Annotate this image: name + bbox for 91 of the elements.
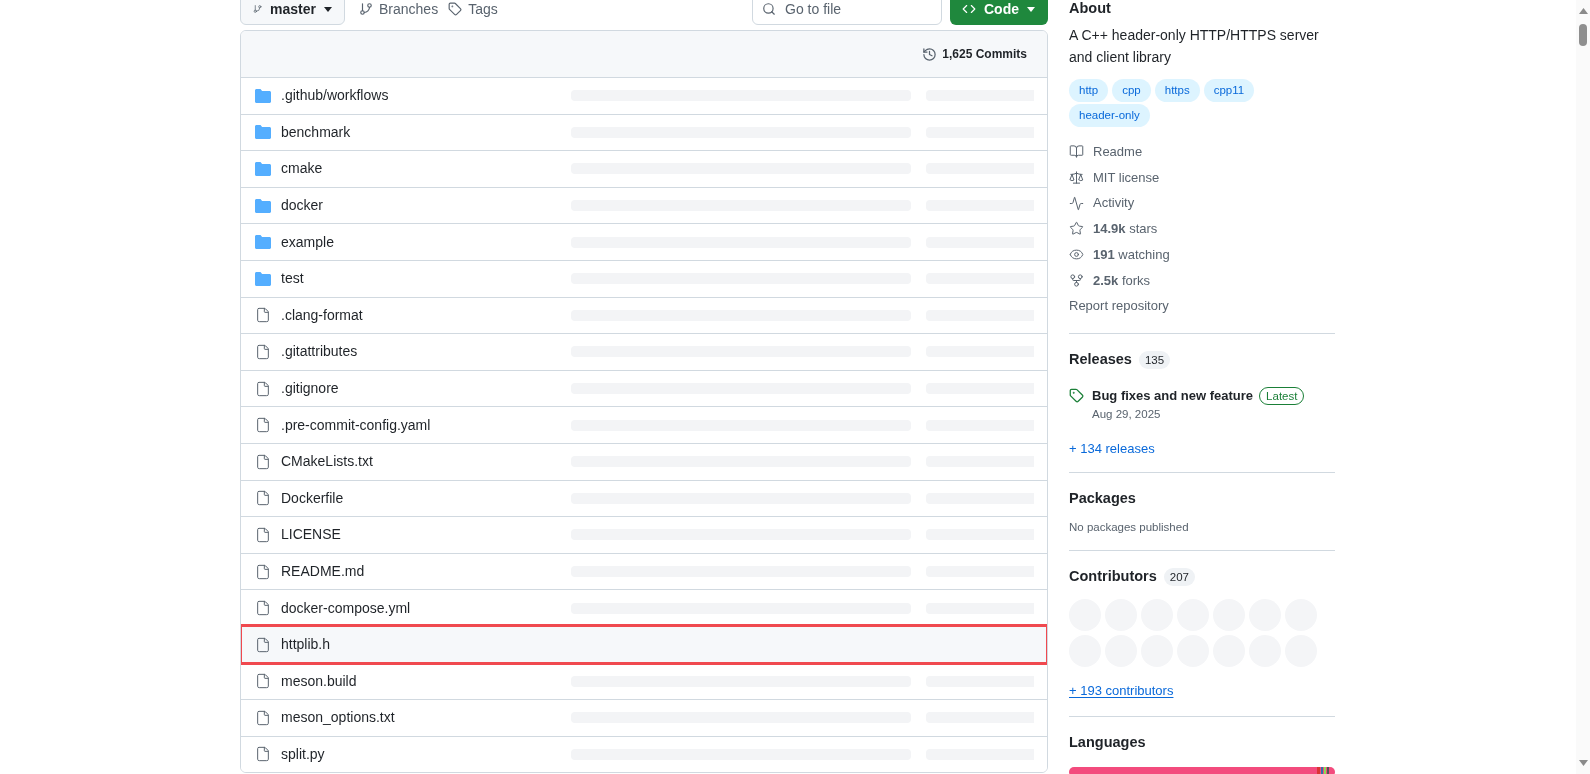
contributors-link[interactable]: + 193 contributors [1069,681,1174,701]
file-icon [255,746,271,763]
caret-icon [324,6,332,12]
eye-icon [1069,247,1084,263]
file-name[interactable]: example [281,231,334,253]
fork-icon [1069,272,1084,288]
file-icon [255,490,271,507]
folder-icon [255,271,271,286]
file-name[interactable]: meson.build [281,670,357,692]
topic-tag[interactable]: https [1154,79,1200,102]
scroll-thumb[interactable] [1579,24,1587,46]
file-icon [255,526,271,543]
file-name[interactable]: split.py [281,744,325,765]
branch-button[interactable]: master [240,0,345,25]
commits-link[interactable]: 1,625 Commits [922,45,1027,63]
topic-tag[interactable]: header-only [1069,104,1150,127]
file-icon [255,453,271,470]
tags-link[interactable]: Tags [448,0,498,20]
topic-tag[interactable]: cpp11 [1203,79,1255,102]
tag-icon [1069,387,1084,403]
folder-icon [255,125,271,140]
folder-icon [255,198,271,213]
file-name[interactable]: README.md [281,561,365,582]
folder-icon [255,235,271,250]
file-name[interactable]: test [281,268,304,290]
file-row[interactable]: split.py [241,735,1047,773]
activity-icon [1069,195,1084,211]
branches-link[interactable]: Branches [359,0,439,20]
file-name[interactable]: cmake [281,158,323,180]
file-icon [255,563,271,580]
repo-description: A C++ header-only HTTP/HTTPS server and client library [1069,26,1320,67]
file-name[interactable]: .github/workflows [281,85,389,107]
code-icon [962,2,976,16]
branch-icon [359,2,373,16]
about-link[interactable]: 2.5k forks [1069,267,1335,294]
file-row[interactable]: docker-compose.yml [241,589,1047,626]
file-icon [255,307,271,324]
release-date: Aug 29, 2025 [1092,407,1162,423]
scrollbar[interactable] [1576,0,1590,774]
file-name[interactable]: .gitattributes [281,341,358,363]
file-name[interactable]: Dockerfile [281,487,344,509]
about-link[interactable]: Readme [1069,139,1335,165]
about-link[interactable]: 191 watching [1069,241,1335,268]
section-heading: Releases [1069,349,1132,369]
file-name[interactable]: .clang-format [281,304,363,326]
file-icon [255,600,271,617]
file-name[interactable]: .pre-commit-config.yaml [281,414,431,436]
file-icon [255,709,271,726]
scale-icon [1069,170,1084,186]
file-name[interactable]: benchmark [281,121,351,143]
search-field[interactable]: Go to file [752,0,942,25]
tag-icon [448,2,463,16]
about-link[interactable]: MIT license [1069,164,1335,191]
packages-note: No packages published [1069,520,1190,536]
file-icon [255,673,271,690]
file-name[interactable]: CMakeLists.txt [281,451,373,473]
about-link[interactable]: 14.9k stars [1069,216,1335,242]
about-link[interactable]: Activity [1069,190,1335,217]
file-icon [255,636,271,653]
file-icon [255,343,271,360]
folder-icon [255,88,271,103]
scroll-down-icon [1578,760,1588,766]
search-icon [762,2,776,16]
book-icon [1069,144,1084,160]
file-row[interactable]: httplib.h [241,625,1047,663]
file-icon [255,380,271,397]
file-name[interactable]: .gitignore [281,378,339,400]
section-heading: About [1069,0,1111,19]
folder-icon [255,162,271,176]
file-name[interactable]: docker [281,195,324,217]
caret-icon [1027,6,1035,12]
code-button[interactable]: Code [950,0,1048,25]
section-heading: Languages [1069,733,1146,753]
section-heading: Packages [1069,489,1136,509]
file-name[interactable]: httplib.h [281,634,331,656]
topic-tag[interactable]: http [1069,79,1109,102]
star-icon [1069,221,1084,237]
count-badge: 207 [1163,568,1195,587]
file-icon [255,417,271,434]
file-name[interactable]: docker-compose.yml [281,597,411,619]
section-heading: Contributors [1069,567,1157,587]
topic-tag[interactable]: cpp [1112,79,1151,102]
about-link[interactable]: Report repository [1069,293,1335,319]
count-badge: 135 [1138,350,1171,369]
releases-link[interactable]: + 134 releases [1069,438,1335,459]
branch-icon [253,2,263,16]
release-link[interactable]: Bug fixes and new feature [1092,385,1254,406]
file-name[interactable]: LICENSE [281,524,341,546]
scroll-up-icon [1578,8,1588,14]
history-icon [922,46,938,62]
file-name[interactable]: meson_options.txt [281,707,395,729]
